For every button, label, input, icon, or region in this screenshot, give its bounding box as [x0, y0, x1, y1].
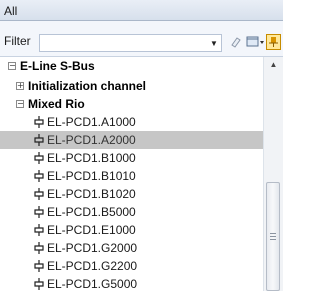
expand-icon[interactable]: +	[16, 82, 24, 90]
grip-line	[270, 236, 276, 237]
collapse-icon[interactable]: −	[8, 62, 16, 70]
tree-item[interactable]: EL-PCD1.E1000	[33, 221, 136, 239]
tree-root[interactable]: − E-Line S-Bus	[8, 57, 95, 75]
tree-group-initialization[interactable]: + Initialization channel	[16, 77, 146, 95]
scroll-up-icon[interactable]: ▲	[264, 57, 283, 71]
tree-item[interactable]: EL-PCD1.B1020	[33, 185, 136, 203]
grip-line	[270, 233, 276, 234]
io-module-icon	[34, 260, 44, 272]
filter-bar: Filter ▼	[0, 21, 283, 57]
io-module-icon	[34, 170, 44, 182]
io-module-icon	[34, 188, 44, 200]
tree-item[interactable]: EL-PCD1.B5000	[33, 203, 136, 221]
io-module-icon	[34, 116, 44, 128]
tree-item[interactable]: EL-PCD1.G2000	[33, 239, 137, 257]
tree-item[interactable]: EL-PCD1.G5000	[33, 275, 137, 291]
tree-group-label: Initialization channel	[28, 79, 147, 93]
io-module-icon	[34, 206, 44, 218]
tree-item-label: EL-PCD1.A1000	[47, 115, 136, 129]
tree-item-label: EL-PCD1.B5000	[47, 205, 136, 219]
collapse-icon[interactable]: −	[16, 100, 24, 108]
tree-item-label: EL-PCD1.B1000	[47, 151, 136, 165]
panel-title: All	[4, 4, 18, 18]
tree-item-label: EL-PCD1.B1020	[47, 187, 136, 201]
filter-input[interactable]: ▼	[39, 34, 222, 52]
eraser-icon[interactable]	[229, 33, 243, 51]
io-module-icon	[34, 242, 44, 254]
tree-item-label: EL-PCD1.A2000	[47, 133, 136, 147]
tree-item-label: EL-PCD1.G2000	[47, 241, 138, 255]
io-module-icon	[34, 224, 44, 236]
chevron-down-icon[interactable]: ▼	[207, 35, 221, 51]
tree-group-label: Mixed Rio	[28, 97, 85, 111]
grip-line	[270, 239, 276, 240]
tree-item[interactable]: EL-PCD1.A1000	[33, 113, 136, 131]
scrollbar-thumb[interactable]	[266, 182, 280, 291]
tree-item[interactable]: EL-PCD1.B1010	[33, 167, 136, 185]
tree-root-label: E-Line S-Bus	[20, 59, 95, 73]
tree-item[interactable]: EL-PCD1.G2200	[33, 257, 137, 275]
io-module-icon	[34, 278, 44, 290]
vertical-scrollbar[interactable]: ▲	[263, 57, 283, 291]
tree-item[interactable]: EL-PCD1.A2000	[0, 131, 263, 149]
tree-item-label: EL-PCD1.B1010	[47, 169, 136, 183]
tree-item[interactable]: EL-PCD1.B1000	[33, 149, 136, 167]
panel-header: All	[0, 0, 283, 21]
view-options-icon[interactable]	[245, 33, 267, 51]
tree-item-label: EL-PCD1.E1000	[47, 223, 136, 237]
tree-item-label: EL-PCD1.G5000	[47, 277, 138, 291]
tree-group-mixed-rio[interactable]: − Mixed Rio	[16, 95, 85, 113]
pin-icon[interactable]	[266, 34, 281, 50]
filter-label: Filter	[4, 34, 31, 48]
io-module-icon	[34, 152, 44, 164]
tree-item-label: EL-PCD1.G2200	[47, 259, 138, 273]
io-module-icon	[34, 134, 44, 146]
device-tree: − E-Line S-Bus + Initialization channel …	[0, 57, 263, 291]
